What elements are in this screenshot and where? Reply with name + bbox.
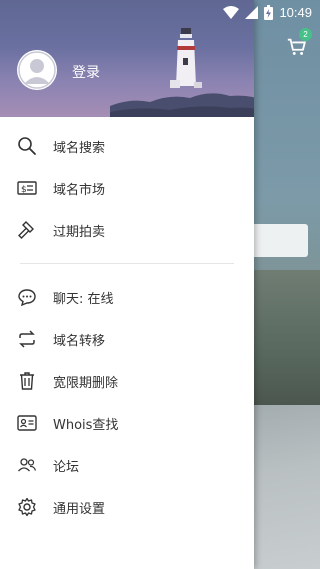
menu-item-domain-transfer[interactable]: 域名转移 xyxy=(0,318,254,360)
menu-item-label: 域名搜索 xyxy=(53,140,106,156)
wifi-icon xyxy=(223,5,240,19)
settings-gear-icon xyxy=(17,497,37,517)
status-time: 10:49 xyxy=(279,4,312,20)
menu-divider xyxy=(20,263,234,264)
transfer-icon xyxy=(17,329,37,349)
search-icon xyxy=(17,136,37,156)
menu-item-label: Whois查找 xyxy=(53,417,119,433)
menu-item-label: 通用设置 xyxy=(53,501,106,517)
menu-item-general-settings[interactable]: 通用设置 xyxy=(0,486,254,528)
trash-icon xyxy=(17,371,37,391)
chat-icon xyxy=(17,287,37,307)
svg-text:$: $ xyxy=(21,185,27,195)
navigation-drawer: 登录 域名搜索 $ 域名市场 过期拍卖 聊天: 在线 域名转移 宽限期删除 Wh… xyxy=(0,0,254,569)
menu-item-label: 域名转移 xyxy=(53,333,106,349)
menu-item-domain-market[interactable]: $ 域名市场 xyxy=(0,167,254,209)
menu-item-label: 论坛 xyxy=(53,459,80,475)
login-link[interactable]: 登录 xyxy=(72,62,100,82)
dollar-tag-icon: $ xyxy=(17,178,37,198)
lighthouse-illustration xyxy=(170,28,202,88)
menu-item-whois-lookup[interactable]: Whois查找 xyxy=(0,402,254,444)
signal-icon xyxy=(245,5,259,19)
gavel-icon xyxy=(17,220,37,240)
user-avatar-icon xyxy=(18,51,56,89)
drawer-menu: 域名搜索 $ 域名市场 过期拍卖 聊天: 在线 域名转移 宽限期删除 Whois… xyxy=(0,125,254,528)
background-search-input[interactable] xyxy=(246,224,308,257)
background-forest-image xyxy=(254,270,320,410)
menu-item-label: 域名市场 xyxy=(53,182,106,198)
menu-item-chat[interactable]: 聊天: 在线 xyxy=(0,276,254,318)
menu-item-grace-deletion[interactable]: 宽限期删除 xyxy=(0,360,254,402)
users-icon xyxy=(17,455,37,475)
menu-item-expired-auction[interactable]: 过期拍卖 xyxy=(0,209,254,251)
cart-badge: 2 xyxy=(299,28,312,41)
menu-item-label: 聊天: 在线 xyxy=(53,291,114,307)
menu-item-forum[interactable]: 论坛 xyxy=(0,444,254,486)
background-road-image xyxy=(254,405,320,569)
avatar[interactable] xyxy=(17,50,57,90)
battery-charging-icon xyxy=(264,4,274,20)
status-bar: 10:49 xyxy=(0,0,320,24)
menu-item-domain-search[interactable]: 域名搜索 xyxy=(0,125,254,167)
menu-item-label: 宽限期删除 xyxy=(53,375,119,391)
menu-item-label: 过期拍卖 xyxy=(53,224,106,240)
id-card-icon xyxy=(17,413,37,433)
